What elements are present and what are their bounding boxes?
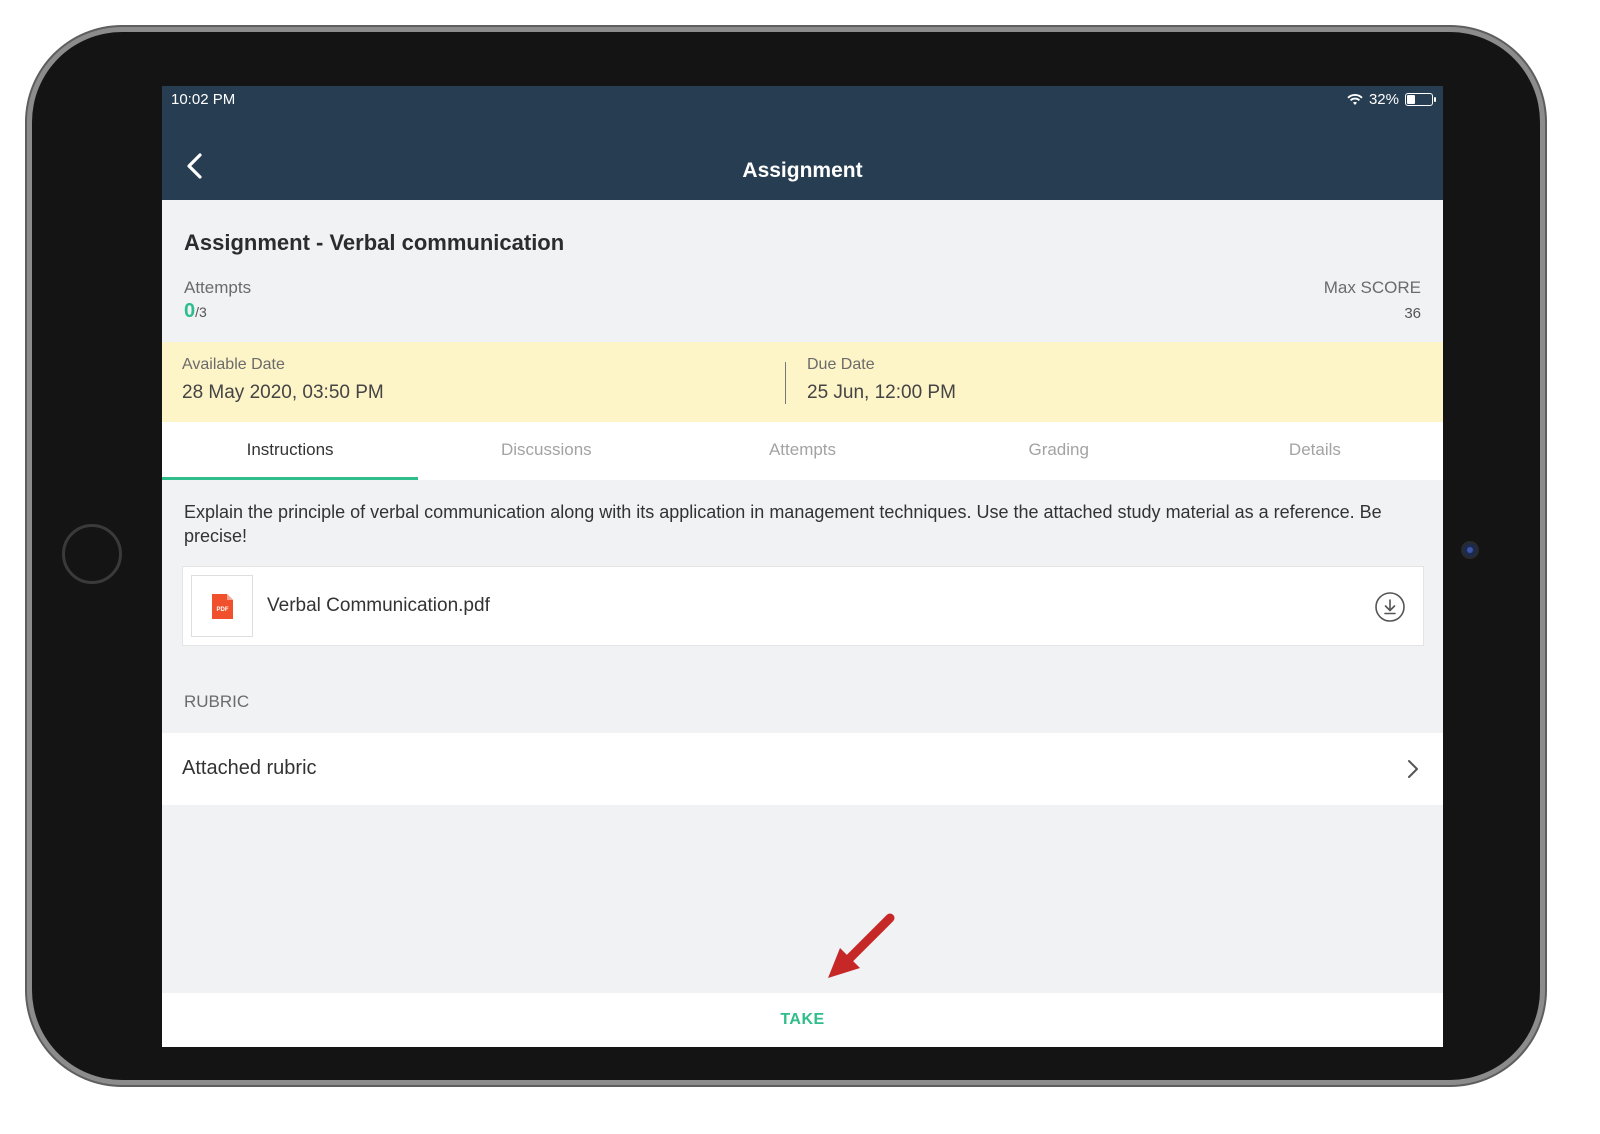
tab-instructions[interactable]: Instructions <box>162 422 419 480</box>
front-camera <box>1463 543 1477 557</box>
tab-discussions[interactable]: Discussions <box>418 422 674 480</box>
status-right: 32% <box>1347 91 1436 108</box>
battery-icon <box>1405 93 1436 106</box>
attempts-total: /3 <box>195 304 207 320</box>
chevron-right-icon <box>1408 760 1418 778</box>
home-button[interactable] <box>62 524 122 584</box>
tab-grading[interactable]: Grading <box>931 422 1187 480</box>
max-score-value: 36 <box>1404 305 1421 322</box>
file-thumbnail: PDF <box>191 575 253 637</box>
date-divider <box>785 362 786 404</box>
status-bar: 10:02 PM 32% <box>162 86 1443 114</box>
file-name: Verbal Communication.pdf <box>267 595 490 616</box>
attached-rubric-label: Attached rubric <box>182 757 317 779</box>
tab-details[interactable]: Details <box>1187 422 1443 480</box>
annotation-arrow-icon <box>828 913 895 978</box>
attachment-card[interactable]: PDF Verbal Communication.pdf <box>182 566 1424 646</box>
tab-bar: Instructions Discussions Attempts Gradin… <box>162 422 1443 480</box>
nav-bar: Assignment <box>162 114 1443 200</box>
nav-title: Assignment <box>742 159 863 182</box>
date-band: Available Date 28 May 2020, 03:50 PM Due… <box>162 342 1443 422</box>
available-date-block: Available Date 28 May 2020, 03:50 PM <box>182 356 384 404</box>
pdf-badge-text: PDF <box>217 607 229 613</box>
attached-rubric-row[interactable]: Attached rubric <box>162 733 1443 805</box>
status-time: 10:02 PM <box>171 91 236 108</box>
due-date-label: Due Date <box>807 356 875 373</box>
tab-attempts[interactable]: Attempts <box>674 422 930 480</box>
take-button[interactable]: TAKE <box>162 1011 1443 1029</box>
instructions-text: Explain the principle of verbal communic… <box>184 502 1382 546</box>
wifi-icon <box>1347 93 1363 105</box>
bottom-action-bar: TAKE <box>162 993 1443 1047</box>
battery-percent: 32% <box>1368 91 1399 108</box>
due-date-block: Due Date 25 Jun, 12:00 PM <box>807 356 956 404</box>
available-date-label: Available Date <box>182 356 285 373</box>
due-date-value: 25 Jun, 12:00 PM <box>807 382 956 403</box>
app-screen: 10:02 PM 32% Assignment Assignment - Ver… <box>162 86 1443 1047</box>
pdf-file-icon: PDF <box>212 594 233 619</box>
download-icon[interactable] <box>1374 591 1406 623</box>
max-score-label: Max SCORE <box>1323 278 1421 297</box>
rubric-section-label: RUBRIC <box>184 692 250 711</box>
attempts-label: Attempts <box>184 278 252 297</box>
attempts-value: 0/3 <box>184 300 207 323</box>
assignment-title: Assignment - Verbal communication <box>184 230 565 255</box>
available-date-value: 28 May 2020, 03:50 PM <box>182 382 384 403</box>
attempts-used: 0 <box>184 300 196 322</box>
